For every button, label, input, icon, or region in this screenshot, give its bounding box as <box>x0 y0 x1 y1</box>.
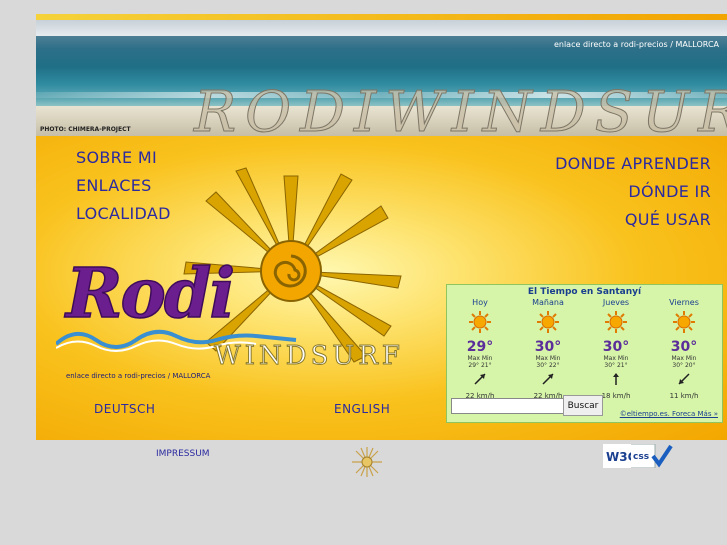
sun-icon <box>605 311 627 333</box>
day-temp: 30° <box>670 339 698 355</box>
day-temp: 30° <box>534 339 562 355</box>
sun-icon <box>537 311 559 333</box>
nav-localidad[interactable]: LOCALIDAD <box>76 204 171 223</box>
weather-credit-link[interactable]: ©eltiempo.es. Foreca Más » <box>620 410 718 418</box>
weather-widget: El Tiempo en Santanyí Hoy 29° Max Min 29… <box>446 284 723 423</box>
impressum-link[interactable]: IMPRESSUM <box>156 449 210 459</box>
maxmin-labels: Max Min <box>535 355 561 362</box>
day-name: Hoy <box>472 298 488 307</box>
day-name: Viernes <box>669 298 699 307</box>
wind-arrow-icon <box>542 373 554 385</box>
weather-day: Hoy 29° Max Min 29° 21° 22 km/h <box>449 298 511 400</box>
banner-sky <box>36 20 727 36</box>
prices-link-top[interactable]: enlace directo a rodi-precios / MALLORCA <box>554 40 719 49</box>
weather-day: Mañana 30° Max Min 30° 22° 22 km/h <box>517 298 579 400</box>
day-name: Mañana <box>532 298 564 307</box>
weather-day: Jueves 30° Max Min 30° 21° 18 km/h <box>585 298 647 400</box>
maxmin-labels: Max Min <box>603 355 629 362</box>
sun-icon <box>469 311 491 333</box>
maxmin-values: 30° 21° <box>604 362 628 369</box>
weather-search-button[interactable]: Buscar <box>563 395 603 416</box>
photo-credit: PHOTO: CHIMERA-PROJECT <box>40 126 131 133</box>
header-banner: RODIWINDSURF enlace directo a rodi-preci… <box>36 20 727 136</box>
main-area: SOBRE MI ENLACES LOCALIDAD DONDE APRENDE… <box>36 136 727 440</box>
maxmin-labels: Max Min <box>671 355 697 362</box>
wind-arrow-icon <box>678 373 690 385</box>
w3c-css-icon: W3C css <box>602 443 673 469</box>
maxmin-values: 29° 21° <box>468 362 492 369</box>
page-frame: RODIWINDSURF enlace directo a rodi-preci… <box>36 14 727 440</box>
nav-sobre-mi[interactable]: SOBRE MI <box>76 148 157 167</box>
logo-rodi: Rodi <box>65 253 236 335</box>
banner-title: RODIWINDSURF <box>193 80 727 137</box>
small-sun-icon <box>352 447 382 477</box>
logo-windsurf: WINDSURF <box>214 341 404 372</box>
weather-search-input[interactable] <box>451 398 565 414</box>
nav-enlaces[interactable]: ENLACES <box>76 176 152 195</box>
wind-arrow-icon <box>613 373 619 385</box>
weather-title: El Tiempo en Santanyí <box>527 287 642 297</box>
wind-speed: 11 km/h <box>669 392 699 400</box>
sun-icon <box>673 311 695 333</box>
prices-link-logo[interactable]: enlace directo a rodi-precios / MALLORCA <box>66 372 210 380</box>
nav-donde-ir[interactable]: DÓNDE IR <box>628 182 711 201</box>
nav-que-usar[interactable]: QUÉ USAR <box>625 210 711 229</box>
nav-donde-aprender[interactable]: DONDE APRENDER <box>555 154 711 173</box>
day-temp: 30° <box>602 339 630 355</box>
day-name: Jueves <box>602 298 630 307</box>
day-temp: 29° <box>466 339 494 355</box>
css-label: css <box>633 452 649 462</box>
wind-arrow-icon <box>474 373 486 385</box>
weather-day: Viernes 30° Max Min 30° 20° 11 km/h <box>653 298 715 400</box>
maxmin-values: 30° 22° <box>536 362 560 369</box>
lang-english[interactable]: ENGLISH <box>334 402 390 416</box>
maxmin-labels: Max Min <box>467 355 493 362</box>
maxmin-values: 30° 20° <box>672 362 696 369</box>
lang-deutsch[interactable]: DEUTSCH <box>94 402 155 416</box>
w3c-css-badge[interactable]: W3C css <box>602 443 673 469</box>
